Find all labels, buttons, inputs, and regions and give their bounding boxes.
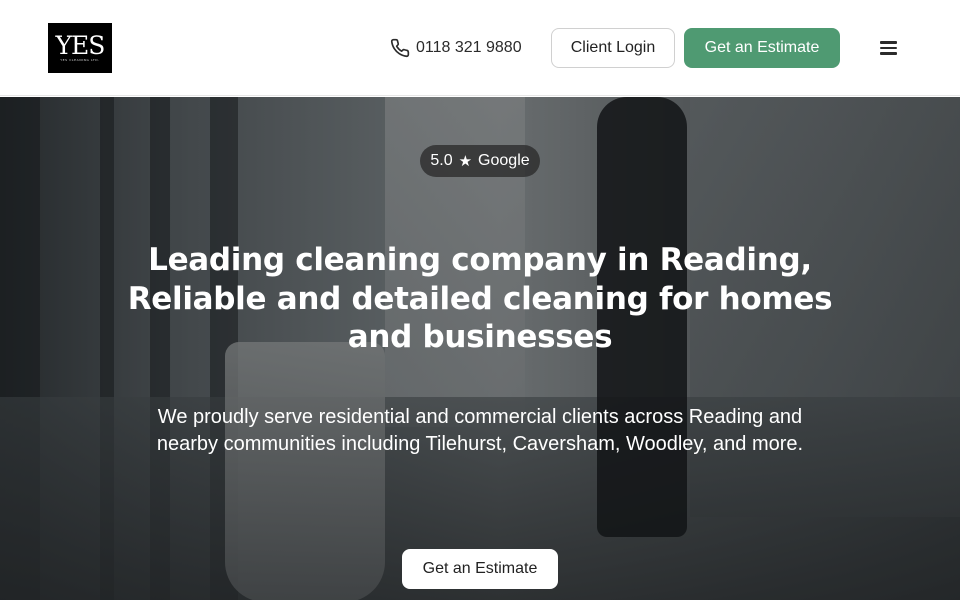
- google-rating-badge: 5.0 ★ Google: [420, 145, 540, 177]
- logo-mark: YES: [55, 30, 106, 60]
- phone-icon: [390, 38, 410, 58]
- hero-section: 5.0 ★ Google Leading cleaning company in…: [0, 97, 960, 600]
- phone-link[interactable]: 0118 321 9880: [390, 36, 522, 60]
- client-login-button[interactable]: Client Login: [551, 28, 675, 68]
- hero-subtext: We proudly serve residential and commerc…: [156, 406, 804, 455]
- hamburger-menu-icon[interactable]: [876, 38, 900, 58]
- star-icon: ★: [458, 152, 473, 170]
- company-logo[interactable]: YES YES CLEANING LTD.: [48, 23, 112, 73]
- hero-get-estimate-button[interactable]: Get an Estimate: [402, 549, 558, 589]
- rating-source: Google: [478, 152, 530, 169]
- hero-headline: Leading cleaning company in Reading, Rel…: [127, 242, 833, 355]
- rating-score: 5.0: [430, 152, 453, 169]
- phone-number: 0118 321 9880: [416, 39, 522, 56]
- site-header: YES YES CLEANING LTD. 0118 321 9880 Clie…: [0, 0, 960, 96]
- get-estimate-button[interactable]: Get an Estimate: [684, 28, 840, 68]
- logo-subtitle: YES CLEANING LTD.: [60, 57, 100, 62]
